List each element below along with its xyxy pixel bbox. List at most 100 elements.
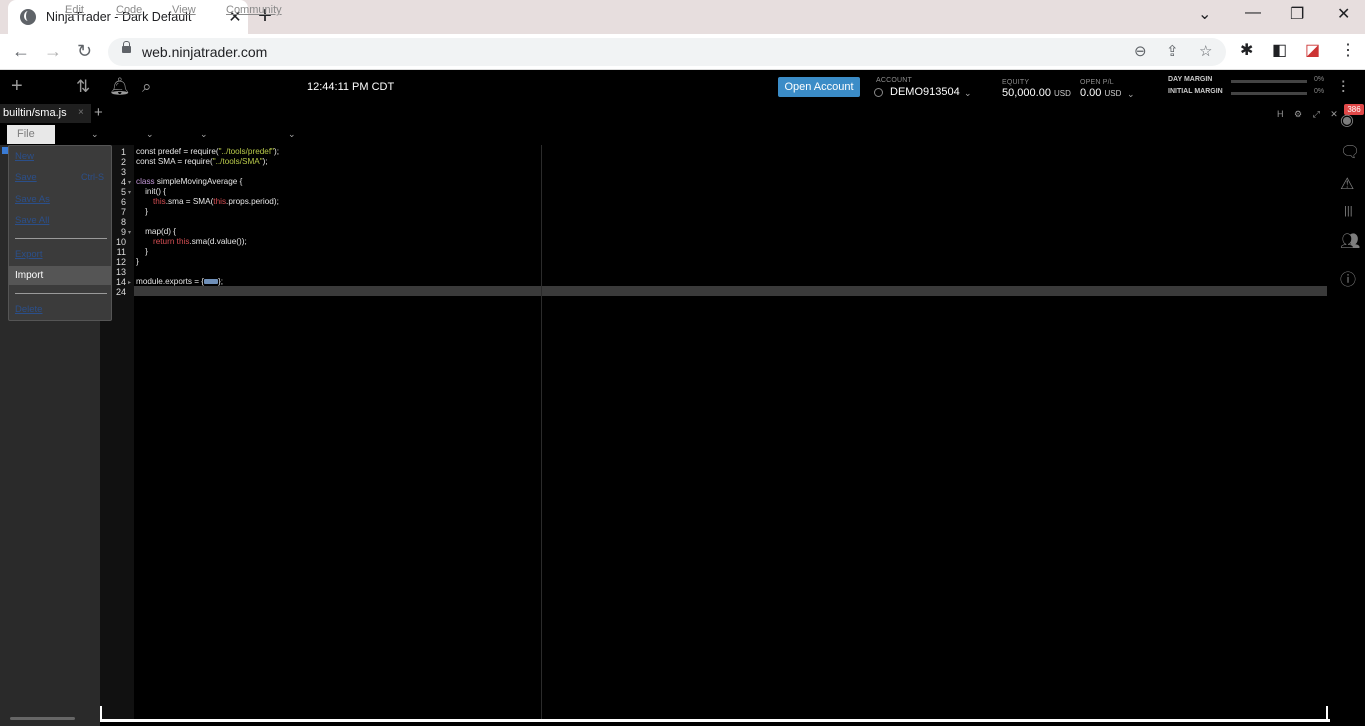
bookmark-star-icon[interactable]: ☆ (1199, 42, 1212, 60)
open-account-button[interactable]: Open Account (778, 77, 860, 97)
line-number: 13 (116, 267, 127, 277)
line-number: 14 (116, 277, 127, 287)
line-number: 7 (120, 207, 126, 217)
day-margin-label: DAY MARGIN (1168, 76, 1213, 83)
line-number: 3 (120, 167, 126, 177)
line-number: 4 (120, 177, 126, 187)
add-icon[interactable]: + (11, 75, 23, 98)
menu-item-save[interactable]: Save (15, 172, 37, 183)
menu-item-save-as[interactable]: Save As (15, 194, 50, 205)
extension-shield-icon[interactable]: ◪ (1305, 40, 1320, 60)
zoom-icon[interactable]: ⊖ (1134, 42, 1147, 60)
forward-icon[interactable]: → (44, 40, 62, 62)
warning-icon[interactable]: ⚠ (1340, 174, 1354, 194)
save-shortcut: Ctrl-S (81, 172, 104, 182)
line-number: 9 (120, 227, 126, 237)
account-chevron-down-icon[interactable]: ⌄ (964, 88, 972, 99)
editor-corner-left (100, 706, 102, 720)
fold-arrow-icon[interactable]: ▾ (128, 189, 131, 196)
columns-icon[interactable]: ||| (1344, 205, 1353, 217)
equity-label: EQUITY (1002, 79, 1030, 86)
help-icon[interactable]: ⓘ (1340, 266, 1356, 290)
line-number: 8 (120, 217, 126, 227)
back-icon[interactable]: ← (12, 40, 30, 62)
initial-margin-label: INITIAL MARGIN (1168, 88, 1223, 95)
close-window-button[interactable]: ✕ (1337, 4, 1350, 24)
browser-menu-icon[interactable]: ⋮ (1340, 40, 1356, 60)
search-icon[interactable]: ⌕ (142, 77, 152, 97)
restore-button[interactable]: ❐ (1290, 4, 1304, 24)
browser-tab-bar: NinjaTrader - Dark Default ✕ + ⌄ — ❐ ✕ (0, 0, 1365, 34)
menu-community[interactable]: Community (226, 4, 282, 16)
line-number: 10 (116, 237, 127, 247)
menu-item-import[interactable]: Import (15, 270, 43, 281)
menu-item-delete[interactable]: Delete (15, 304, 42, 315)
file-tab-close-icon[interactable]: × (78, 107, 84, 118)
code-line[interactable]: } (136, 247, 148, 256)
edit-chevron-down-icon: ⌄ (91, 129, 99, 139)
folded-code-pill[interactable] (204, 279, 219, 285)
file-menu-dropdown: New Save Ctrl-S Save As Save All Export … (8, 145, 112, 321)
community-users-icon[interactable]: 👥︎ (1340, 231, 1360, 251)
code-chevron-down-icon: ⌄ (146, 129, 154, 139)
code-line[interactable]: } (136, 257, 139, 266)
menu-file[interactable]: File (7, 125, 55, 144)
menu-edit[interactable]: Edit (65, 4, 84, 16)
editor-corner-right (1326, 706, 1328, 720)
menu-item-export[interactable]: Export (15, 249, 42, 260)
menu-item-new[interactable]: New (15, 151, 34, 162)
orders-arrows-icon[interactable]: ⇅ (76, 77, 90, 97)
add-tab-icon[interactable]: + (94, 104, 103, 121)
line-number: 5 (120, 187, 126, 197)
line-number: 24 (116, 287, 127, 297)
pane-controls[interactable]: H ⚙ ⤢ ✕ (1277, 109, 1342, 120)
code-line[interactable]: map(d) { (136, 227, 176, 236)
lock-icon (122, 41, 131, 53)
bell-icon[interactable]: 🔔︎ (109, 77, 131, 97)
day-margin-bar (1231, 80, 1307, 83)
extensions-icon[interactable]: ✱ (1240, 40, 1253, 60)
omnibox[interactable]: web.ninjatrader.com ⊖ ⇪ ☆ (108, 38, 1226, 66)
fold-arrow-icon[interactable]: ▾ (128, 229, 131, 236)
code-line[interactable]: const predef = require("../tools/predef"… (136, 147, 279, 156)
reload-icon[interactable]: ↻ (77, 40, 92, 62)
open-pl-value: 0.00 USD (1080, 87, 1122, 99)
initial-margin-pct: 0% (1314, 88, 1325, 95)
account-value[interactable]: DEMO913504 (890, 86, 960, 98)
menu-file-label: File (17, 128, 35, 140)
code-line[interactable]: module.exports = {}; (136, 277, 223, 286)
account-status-icon (874, 88, 883, 97)
menu-divider (15, 238, 107, 239)
menu-view[interactable]: View (172, 4, 196, 16)
menu-item-save-all[interactable]: Save All (15, 215, 49, 226)
share-icon[interactable]: ⇪ (1166, 42, 1179, 60)
left-pane-scrollbar[interactable] (10, 717, 75, 720)
side-panel-icon[interactable]: ◧ (1272, 40, 1287, 60)
menu-divider (15, 293, 107, 294)
community-chevron-down-icon: ⌄ (288, 129, 296, 139)
code-line[interactable]: init() { (136, 187, 166, 196)
fold-arrow-icon[interactable]: ▸ (128, 279, 131, 286)
settings-sliders-icon[interactable]: ⫶ (1341, 78, 1345, 98)
file-tab-label: builtin/sma.js (3, 107, 67, 119)
menu-code[interactable]: Code (116, 4, 142, 16)
minimize-button[interactable]: — (1245, 4, 1261, 22)
code-line[interactable]: this.sma = SMA(this.props.period); (153, 197, 279, 206)
line-number: 12 (116, 257, 127, 267)
code-line[interactable]: return this.sma(d.value()); (153, 237, 247, 246)
chat-icon[interactable]: 🗨︎ (1340, 142, 1360, 162)
code-line[interactable]: class simpleMovingAverage { (136, 177, 242, 186)
editor-bottom-border (100, 719, 1330, 722)
url-text[interactable]: web.ninjatrader.com (142, 44, 267, 60)
open-pl-chevron-down-icon[interactable]: ⌄ (1127, 89, 1135, 100)
print-margin (541, 145, 542, 720)
tab-search-icon[interactable]: ⌄ (1198, 4, 1211, 24)
globe-rail-icon[interactable]: ◉ (1340, 110, 1354, 130)
open-pl-label: OPEN P/L (1080, 79, 1114, 86)
app-header: + ⇅ 🔔︎ ⌕ 12:44:11 PM CDT Open Account AC… (0, 70, 1365, 104)
line-number: 6 (120, 197, 126, 207)
code-line[interactable]: } (136, 207, 148, 216)
fold-arrow-icon[interactable]: ▾ (128, 179, 131, 186)
file-tab[interactable]: builtin/sma.js × (0, 104, 91, 123)
code-line[interactable]: const SMA = require("../tools/SMA"); (136, 157, 268, 166)
